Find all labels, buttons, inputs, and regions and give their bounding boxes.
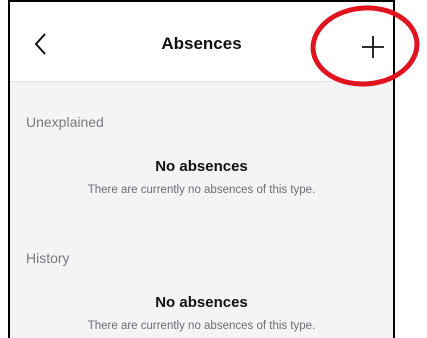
phone-screen: Absences Unexplained No absences There a… [8,0,395,338]
section-label-history: History [26,250,70,266]
page-title: Absences [161,34,242,53]
empty-state-title: No absences [155,294,248,311]
section-label-unexplained: Unexplained [26,114,104,130]
navigation-bar: Absences [10,2,393,82]
empty-state-message: There are currently no absences of this … [87,320,316,332]
empty-state-message: There are currently no absences of this … [87,184,316,196]
add-absence-button[interactable] [360,34,386,60]
empty-state-title: No absences [155,158,248,175]
plus-icon [362,36,384,58]
